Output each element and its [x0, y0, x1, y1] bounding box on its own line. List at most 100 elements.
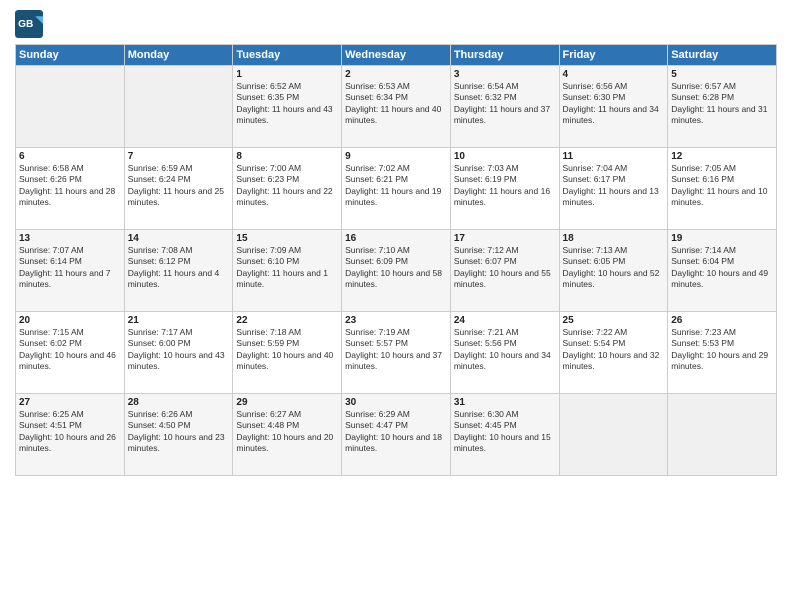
weekday-header-tuesday: Tuesday [233, 45, 342, 66]
day-number: 11 [563, 151, 665, 162]
weekday-header-wednesday: Wednesday [342, 45, 451, 66]
week-row-2: 6Sunrise: 6:58 AMSunset: 6:26 PMDaylight… [16, 148, 777, 230]
week-row-3: 13Sunrise: 7:07 AMSunset: 6:14 PMDayligh… [16, 230, 777, 312]
day-info: Sunrise: 7:19 AMSunset: 5:57 PMDaylight:… [345, 327, 447, 373]
logo-icon: GB [15, 10, 43, 38]
day-info: Sunrise: 7:14 AMSunset: 6:04 PMDaylight:… [671, 245, 773, 291]
calendar-cell: 5Sunrise: 6:57 AMSunset: 6:28 PMDaylight… [668, 66, 777, 148]
calendar-cell: 24Sunrise: 7:21 AMSunset: 5:56 PMDayligh… [450, 312, 559, 394]
calendar-cell: 19Sunrise: 7:14 AMSunset: 6:04 PMDayligh… [668, 230, 777, 312]
calendar-cell: 30Sunrise: 6:29 AMSunset: 4:47 PMDayligh… [342, 394, 451, 476]
day-number: 22 [236, 315, 338, 326]
day-info: Sunrise: 7:07 AMSunset: 6:14 PMDaylight:… [19, 245, 121, 291]
day-number: 6 [19, 151, 121, 162]
calendar-cell: 12Sunrise: 7:05 AMSunset: 6:16 PMDayligh… [668, 148, 777, 230]
calendar-cell [16, 66, 125, 148]
day-number: 2 [345, 69, 447, 80]
day-info: Sunrise: 7:02 AMSunset: 6:21 PMDaylight:… [345, 163, 447, 209]
calendar-cell: 21Sunrise: 7:17 AMSunset: 6:00 PMDayligh… [124, 312, 233, 394]
day-info: Sunrise: 7:18 AMSunset: 5:59 PMDaylight:… [236, 327, 338, 373]
calendar-cell: 6Sunrise: 6:58 AMSunset: 6:26 PMDaylight… [16, 148, 125, 230]
day-info: Sunrise: 7:12 AMSunset: 6:07 PMDaylight:… [454, 245, 556, 291]
calendar-table: SundayMondayTuesdayWednesdayThursdayFrid… [15, 44, 777, 476]
day-number: 12 [671, 151, 773, 162]
calendar-cell [124, 66, 233, 148]
day-number: 13 [19, 233, 121, 244]
calendar-cell: 13Sunrise: 7:07 AMSunset: 6:14 PMDayligh… [16, 230, 125, 312]
day-number: 30 [345, 397, 447, 408]
day-info: Sunrise: 7:00 AMSunset: 6:23 PMDaylight:… [236, 163, 338, 209]
calendar-cell: 8Sunrise: 7:00 AMSunset: 6:23 PMDaylight… [233, 148, 342, 230]
day-info: Sunrise: 6:53 AMSunset: 6:34 PMDaylight:… [345, 81, 447, 127]
week-row-4: 20Sunrise: 7:15 AMSunset: 6:02 PMDayligh… [16, 312, 777, 394]
day-number: 18 [563, 233, 665, 244]
day-info: Sunrise: 6:56 AMSunset: 6:30 PMDaylight:… [563, 81, 665, 127]
calendar-cell: 4Sunrise: 6:56 AMSunset: 6:30 PMDaylight… [559, 66, 668, 148]
weekday-header-friday: Friday [559, 45, 668, 66]
calendar-cell: 28Sunrise: 6:26 AMSunset: 4:50 PMDayligh… [124, 394, 233, 476]
day-info: Sunrise: 7:09 AMSunset: 6:10 PMDaylight:… [236, 245, 338, 291]
weekday-header-thursday: Thursday [450, 45, 559, 66]
day-number: 28 [128, 397, 230, 408]
day-info: Sunrise: 6:30 AMSunset: 4:45 PMDaylight:… [454, 409, 556, 455]
day-info: Sunrise: 7:05 AMSunset: 6:16 PMDaylight:… [671, 163, 773, 209]
day-info: Sunrise: 6:59 AMSunset: 6:24 PMDaylight:… [128, 163, 230, 209]
day-info: Sunrise: 7:21 AMSunset: 5:56 PMDaylight:… [454, 327, 556, 373]
week-row-1: 1Sunrise: 6:52 AMSunset: 6:35 PMDaylight… [16, 66, 777, 148]
day-number: 16 [345, 233, 447, 244]
day-info: Sunrise: 6:27 AMSunset: 4:48 PMDaylight:… [236, 409, 338, 455]
calendar-cell: 27Sunrise: 6:25 AMSunset: 4:51 PMDayligh… [16, 394, 125, 476]
day-number: 14 [128, 233, 230, 244]
day-number: 4 [563, 69, 665, 80]
calendar-cell [668, 394, 777, 476]
day-number: 7 [128, 151, 230, 162]
calendar-cell: 31Sunrise: 6:30 AMSunset: 4:45 PMDayligh… [450, 394, 559, 476]
day-info: Sunrise: 6:29 AMSunset: 4:47 PMDaylight:… [345, 409, 447, 455]
calendar-cell: 14Sunrise: 7:08 AMSunset: 6:12 PMDayligh… [124, 230, 233, 312]
calendar-cell [559, 394, 668, 476]
day-number: 21 [128, 315, 230, 326]
calendar-cell: 15Sunrise: 7:09 AMSunset: 6:10 PMDayligh… [233, 230, 342, 312]
day-info: Sunrise: 7:13 AMSunset: 6:05 PMDaylight:… [563, 245, 665, 291]
day-info: Sunrise: 6:58 AMSunset: 6:26 PMDaylight:… [19, 163, 121, 209]
weekday-header-monday: Monday [124, 45, 233, 66]
weekday-header-saturday: Saturday [668, 45, 777, 66]
day-info: Sunrise: 6:52 AMSunset: 6:35 PMDaylight:… [236, 81, 338, 127]
day-info: Sunrise: 6:26 AMSunset: 4:50 PMDaylight:… [128, 409, 230, 455]
svg-text:GB: GB [18, 19, 33, 30]
day-info: Sunrise: 7:15 AMSunset: 6:02 PMDaylight:… [19, 327, 121, 373]
weekday-header-row: SundayMondayTuesdayWednesdayThursdayFrid… [16, 45, 777, 66]
day-number: 8 [236, 151, 338, 162]
calendar-cell: 16Sunrise: 7:10 AMSunset: 6:09 PMDayligh… [342, 230, 451, 312]
day-info: Sunrise: 7:03 AMSunset: 6:19 PMDaylight:… [454, 163, 556, 209]
calendar-page: GB SundayMondayTuesdayWednesdayThursdayF… [0, 0, 792, 612]
calendar-cell: 25Sunrise: 7:22 AMSunset: 5:54 PMDayligh… [559, 312, 668, 394]
calendar-cell: 20Sunrise: 7:15 AMSunset: 6:02 PMDayligh… [16, 312, 125, 394]
calendar-cell: 7Sunrise: 6:59 AMSunset: 6:24 PMDaylight… [124, 148, 233, 230]
day-info: Sunrise: 6:54 AMSunset: 6:32 PMDaylight:… [454, 81, 556, 127]
calendar-cell: 11Sunrise: 7:04 AMSunset: 6:17 PMDayligh… [559, 148, 668, 230]
week-row-5: 27Sunrise: 6:25 AMSunset: 4:51 PMDayligh… [16, 394, 777, 476]
day-number: 5 [671, 69, 773, 80]
day-number: 24 [454, 315, 556, 326]
day-number: 3 [454, 69, 556, 80]
weekday-header-sunday: Sunday [16, 45, 125, 66]
day-number: 10 [454, 151, 556, 162]
day-number: 15 [236, 233, 338, 244]
day-number: 20 [19, 315, 121, 326]
header: GB [15, 10, 777, 38]
day-number: 31 [454, 397, 556, 408]
day-info: Sunrise: 7:23 AMSunset: 5:53 PMDaylight:… [671, 327, 773, 373]
day-info: Sunrise: 7:10 AMSunset: 6:09 PMDaylight:… [345, 245, 447, 291]
day-number: 9 [345, 151, 447, 162]
calendar-cell: 1Sunrise: 6:52 AMSunset: 6:35 PMDaylight… [233, 66, 342, 148]
calendar-cell: 10Sunrise: 7:03 AMSunset: 6:19 PMDayligh… [450, 148, 559, 230]
calendar-cell: 26Sunrise: 7:23 AMSunset: 5:53 PMDayligh… [668, 312, 777, 394]
calendar-cell: 18Sunrise: 7:13 AMSunset: 6:05 PMDayligh… [559, 230, 668, 312]
day-number: 27 [19, 397, 121, 408]
calendar-cell: 17Sunrise: 7:12 AMSunset: 6:07 PMDayligh… [450, 230, 559, 312]
calendar-cell: 2Sunrise: 6:53 AMSunset: 6:34 PMDaylight… [342, 66, 451, 148]
day-info: Sunrise: 7:17 AMSunset: 6:00 PMDaylight:… [128, 327, 230, 373]
day-info: Sunrise: 7:08 AMSunset: 6:12 PMDaylight:… [128, 245, 230, 291]
day-info: Sunrise: 6:25 AMSunset: 4:51 PMDaylight:… [19, 409, 121, 455]
